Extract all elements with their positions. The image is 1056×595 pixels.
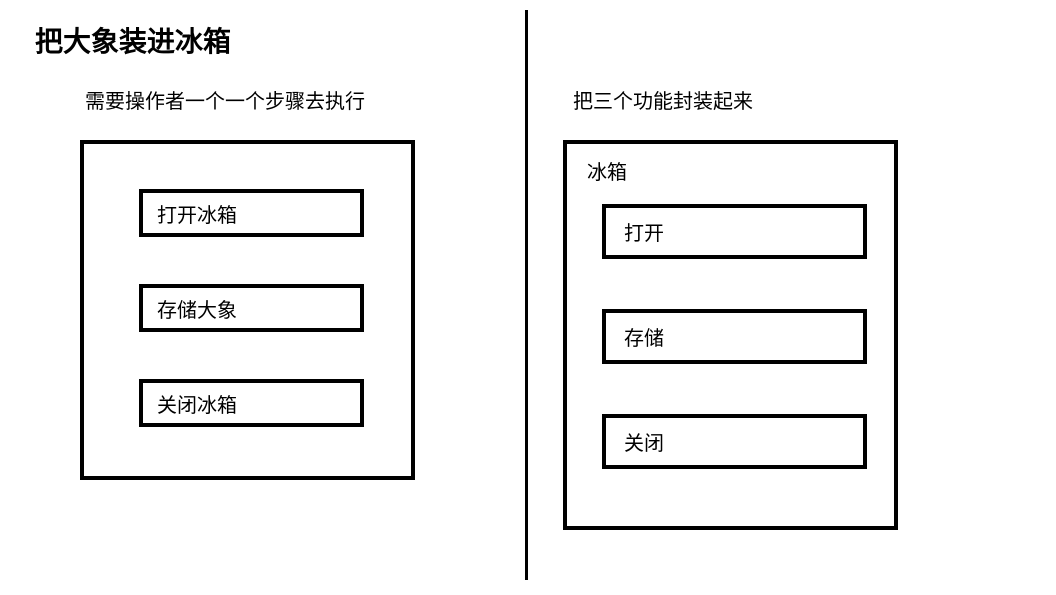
left-outer-box: 打开冰箱 存储大象 关闭冰箱 [80,140,415,480]
right-box-label: 冰箱 [587,156,627,185]
right-outer-box: 冰箱 打开 存储 关闭 [563,140,898,530]
left-step-2: 存储大象 [139,284,364,332]
left-step-3: 关闭冰箱 [139,379,364,427]
right-subtitle: 把三个功能封装起来 [573,85,753,114]
left-step-1: 打开冰箱 [139,189,364,237]
left-subtitle: 需要操作者一个一个步骤去执行 [85,85,365,114]
right-step-3: 关闭 [602,414,867,469]
right-step-2: 存储 [602,309,867,364]
vertical-divider [525,10,528,580]
right-step-1: 打开 [602,204,867,259]
diagram-title: 把大象装进冰箱 [35,20,231,60]
